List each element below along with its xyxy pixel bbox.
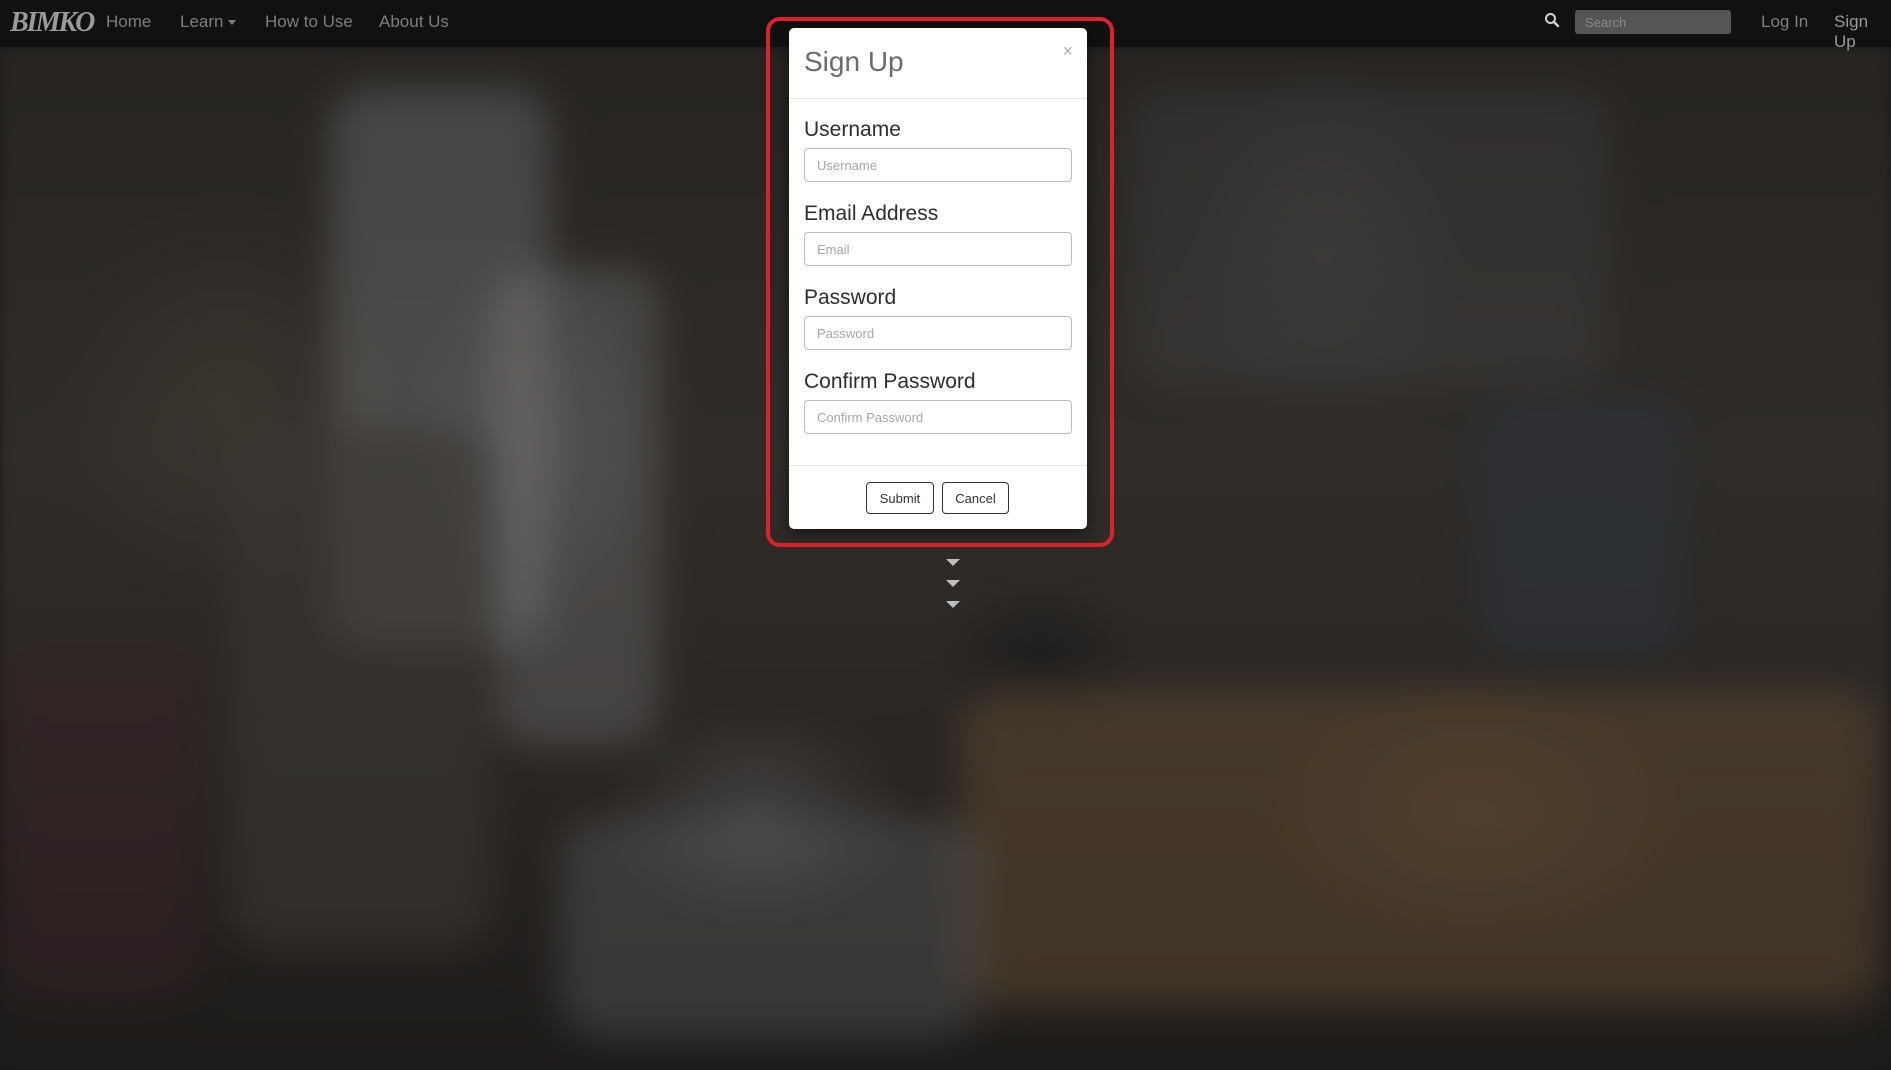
modal-title: Sign Up — [804, 46, 904, 77]
password-input[interactable] — [804, 316, 1072, 350]
email-label: Email Address — [804, 202, 939, 225]
username-label: Username — [804, 118, 901, 141]
modal-header: Sign Up × — [789, 28, 1087, 99]
close-icon[interactable]: × — [1062, 42, 1073, 60]
chevron-down-icon — [946, 601, 960, 608]
search-input[interactable] — [1575, 10, 1731, 34]
confirm-password-label: Confirm Password — [804, 370, 976, 393]
nav-link-learn[interactable]: Learn — [180, 12, 237, 32]
confirm-password-input[interactable] — [804, 400, 1072, 434]
login-link[interactable]: Log In — [1761, 12, 1808, 32]
search-icon[interactable] — [1544, 12, 1560, 28]
email-input[interactable] — [804, 232, 1072, 266]
signup-modal: Sign Up × Username Email Address Passwor… — [789, 28, 1087, 529]
caret-down-icon — [228, 20, 237, 26]
nav-link-learn-label: Learn — [180, 12, 224, 31]
submit-button[interactable]: Submit — [866, 482, 934, 514]
nav-link-home[interactable]: Home — [106, 12, 151, 32]
signup-link[interactable]: Sign Up — [1834, 12, 1891, 52]
chevron-down-icon — [946, 580, 960, 587]
site-logo[interactable]: BIMKO — [10, 7, 95, 39]
nav-link-about-us[interactable]: About Us — [379, 12, 449, 32]
cancel-button[interactable]: Cancel — [942, 482, 1009, 514]
nav-link-how-to-use[interactable]: How to Use — [265, 12, 353, 32]
modal-footer: Submit Cancel — [789, 465, 1087, 529]
modal-body: Username Email Address Password Confirm … — [789, 99, 1087, 434]
chevron-down-icon — [946, 559, 960, 566]
username-input[interactable] — [804, 148, 1072, 182]
password-label: Password — [804, 286, 897, 309]
